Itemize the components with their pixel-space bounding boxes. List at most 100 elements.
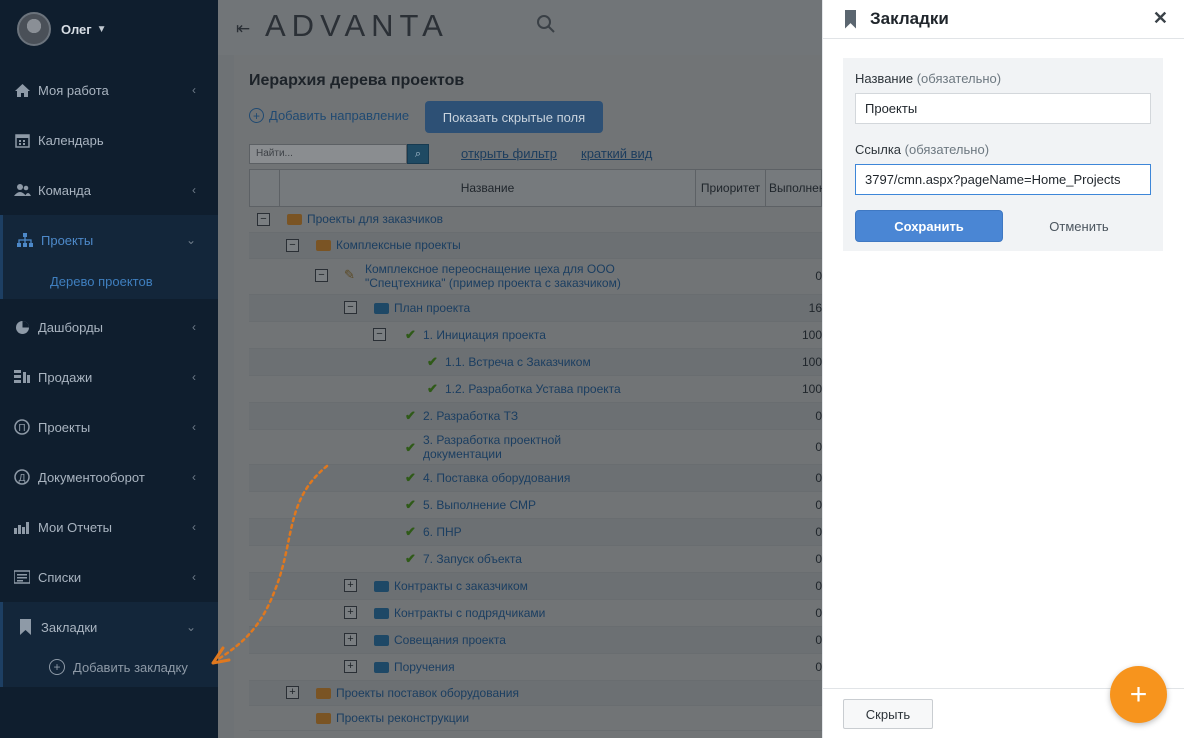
sidebar-item-document-flow[interactable]: Д Документооборот ‹ — [0, 452, 218, 502]
sidebar-item-label: Календарь — [38, 132, 104, 148]
table-row[interactable]: − Комплексные проекты — [249, 233, 822, 259]
row-name[interactable]: План проекта — [394, 301, 470, 315]
project-icon: ✎ — [344, 267, 355, 282]
folder-icon — [287, 214, 302, 225]
collapse-icon[interactable]: − — [286, 239, 299, 252]
table-row[interactable]: ✔ 1.1. Встреча с Заказчиком 100 — [249, 349, 822, 376]
row-name[interactable]: 1.1. Встреча с Заказчиком — [445, 355, 591, 369]
sidebar-item-dashboards[interactable]: Дашборды ‹ — [0, 302, 218, 352]
add-fab-button[interactable]: + — [1110, 666, 1167, 723]
user-menu[interactable]: Олег ▼ — [0, 0, 218, 58]
table-row[interactable]: − ✔ 1. Инициация проекта 100 — [249, 322, 822, 349]
table-row[interactable]: + Проекты поставок оборудования — [249, 681, 822, 706]
add-direction-label: Добавить направление — [269, 108, 410, 123]
row-done-value: 0 — [815, 471, 822, 485]
row-name[interactable]: Совещания проекта — [394, 633, 506, 647]
table-row[interactable]: − ✎ Комплексное переоснащение цеха для О… — [249, 259, 822, 295]
add-direction-link[interactable]: + Добавить направление — [249, 108, 409, 123]
chevron-left-icon: ‹ — [192, 570, 196, 584]
row-name[interactable]: Комплексные проекты — [336, 238, 461, 252]
sidebar-item-label: Дашборды — [38, 319, 103, 335]
sidebar-subitem-project-tree[interactable]: Дерево проектов — [0, 263, 218, 299]
expand-icon[interactable]: + — [286, 686, 299, 699]
folder-icon — [374, 303, 389, 314]
panel-title: Закладки — [870, 9, 949, 28]
row-name[interactable]: 1.2. Разработка Устава проекта — [445, 382, 621, 396]
table-row[interactable]: ✔ 1.2. Разработка Устава проекта 100 — [249, 376, 822, 403]
row-done-value: 16 — [808, 301, 822, 315]
search-icon[interactable]: ⌕ — [407, 144, 429, 164]
row-name[interactable]: 3. Разработка проектной документации — [423, 433, 583, 461]
row-name[interactable]: Проекты поставок оборудования — [336, 686, 519, 700]
close-icon[interactable]: ✕ — [1153, 8, 1168, 29]
expand-icon[interactable]: + — [344, 606, 357, 619]
collapse-icon[interactable]: − — [315, 269, 328, 282]
sidebar-item-label: Команда — [38, 182, 91, 198]
bookmark-name-input[interactable]: Проекты — [855, 93, 1151, 124]
chevron-left-icon: ‹ — [192, 420, 196, 434]
row-name[interactable]: Комплексное переоснащение цеха для ООО "… — [365, 262, 665, 290]
collapse-menu-icon[interactable]: ⇤ — [236, 19, 250, 39]
sidebar-item-projects-2[interactable]: П Проекты ‹ — [0, 402, 218, 452]
table-row[interactable]: − План проекта 16 — [249, 295, 822, 322]
collapse-icon[interactable]: − — [344, 301, 357, 314]
bookmark-link-input[interactable]: 3797/cmn.aspx?pageName=Home_Projects — [855, 164, 1151, 195]
collapse-icon[interactable]: − — [257, 213, 270, 226]
row-name[interactable]: Проекты для заказчиков — [307, 212, 443, 226]
sidebar-item-my-work[interactable]: Моя работа ‹ — [0, 65, 218, 115]
sidebar-item-lists[interactable]: Списки ‹ — [0, 552, 218, 602]
row-name[interactable]: 6. ПНР — [423, 525, 462, 539]
column-header-name[interactable]: Название — [280, 170, 696, 206]
check-icon: ✔ — [405, 408, 416, 423]
top-bar: ⇤ ADVANTA — [218, 0, 822, 55]
pie-chart-icon — [13, 318, 31, 336]
column-header-priority[interactable]: Приоритет — [696, 170, 766, 206]
link-field-label: Ссылка (обязательно) — [855, 142, 989, 157]
sidebar-item-label: Документооборот — [38, 469, 145, 485]
row-name[interactable]: Проекты реконструкции — [336, 711, 469, 725]
cancel-button[interactable]: Отменить — [1029, 210, 1129, 242]
row-name[interactable]: Контракты с заказчиком — [394, 579, 528, 593]
hide-button[interactable]: Скрыть — [843, 699, 933, 729]
save-button[interactable]: Сохранить — [855, 210, 1003, 242]
row-name[interactable]: 7. Запуск объекта — [423, 552, 522, 566]
sidebar-item-sales[interactable]: Продажи ‹ — [0, 352, 218, 402]
row-done-value: 0 — [815, 660, 822, 674]
collapse-icon[interactable]: − — [373, 328, 386, 341]
sidebar-item-my-reports[interactable]: Мои Отчеты ‹ — [0, 502, 218, 552]
row-name[interactable]: 5. Выполнение СМР — [423, 498, 536, 512]
row-name[interactable]: Контракты с подрядчиками — [394, 606, 545, 620]
row-name[interactable]: 2. Разработка ТЗ — [423, 409, 518, 423]
logo: ADVANTA — [265, 8, 449, 43]
table-row[interactable]: ✔ 2. Разработка ТЗ 0 — [249, 403, 822, 430]
sidebar-item-projects[interactable]: Проекты ⌄ — [0, 215, 218, 265]
folder-icon — [374, 581, 389, 592]
sidebar-item-bookmarks[interactable]: Закладки ⌄ — [0, 602, 218, 652]
row-name[interactable]: 1. Инициация проекта — [423, 328, 546, 342]
sidebar-item-calendar[interactable]: Календарь — [0, 115, 218, 165]
show-hidden-fields-button[interactable]: Показать скрытые поля — [425, 101, 603, 133]
expand-icon[interactable]: + — [344, 579, 357, 592]
search-icon[interactable] — [536, 14, 556, 39]
sidebar-subitem-add-bookmark[interactable]: + Добавить закладку — [0, 647, 218, 687]
expand-icon[interactable]: + — [344, 633, 357, 646]
check-icon: ✔ — [405, 524, 416, 539]
row-name[interactable]: 4. Поставка оборудования — [423, 471, 570, 485]
expand-icon[interactable]: + — [344, 660, 357, 673]
open-filter-link[interactable]: открыть фильтр — [461, 146, 557, 161]
column-header-done[interactable]: Выполнен — [766, 170, 825, 206]
row-done-value: 100 — [801, 328, 822, 342]
short-view-link[interactable]: краткий вид — [581, 146, 652, 161]
required-hint: (обязательно) — [904, 142, 990, 157]
home-icon — [13, 81, 31, 99]
row-name[interactable]: Поручения — [394, 660, 455, 674]
table-row[interactable]: Проекты реконструкции — [249, 706, 822, 731]
check-icon: ✔ — [427, 381, 438, 396]
projects-circle-icon: П — [13, 418, 31, 436]
sidebar-item-team[interactable]: Команда ‹ — [0, 165, 218, 215]
row-done-value: 100 — [801, 382, 822, 396]
table-row[interactable]: − Проекты для заказчиков — [249, 207, 822, 233]
chevron-down-icon: ⌄ — [185, 233, 196, 247]
sidebar-item-label: Проекты — [41, 232, 94, 248]
tree-search-input[interactable]: Найти... — [249, 144, 407, 164]
